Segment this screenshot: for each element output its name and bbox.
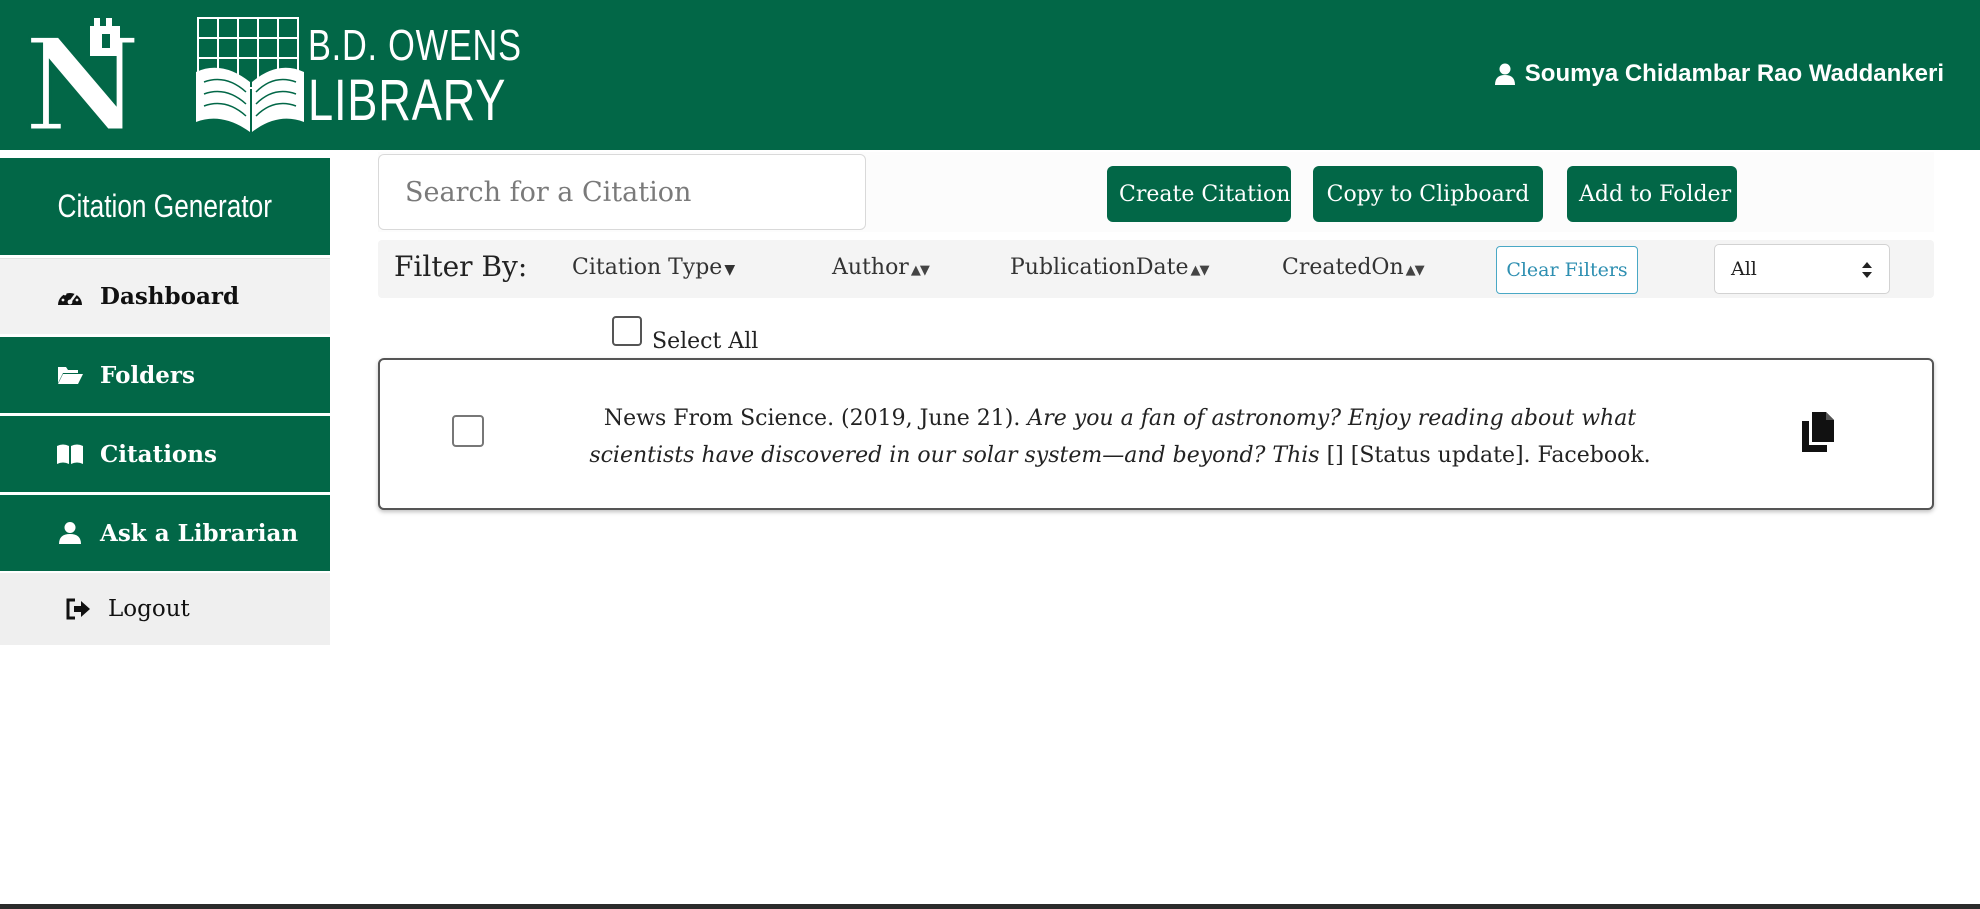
add-to-folder-button[interactable]: Add to Folder <box>1567 166 1737 222</box>
select-arrows-icon <box>1862 262 1872 278</box>
sidebar-item-logout[interactable]: Logout <box>0 573 330 645</box>
sort-publication-date-label: PublicationDate <box>1010 255 1189 280</box>
user-icon <box>1494 63 1515 85</box>
northwest-n-logo: N <box>23 12 143 138</box>
sort-author[interactable]: Author ▲▼ <box>832 255 930 280</box>
filter-by-label: Filter By: <box>394 250 528 283</box>
user-icon <box>59 522 81 544</box>
citation-text: News From Science. (2019, June 21). Are … <box>560 400 1680 474</box>
copy-to-clipboard-button[interactable]: Copy to Clipboard <box>1313 166 1543 222</box>
clear-filters-button[interactable]: Clear Filters <box>1496 246 1638 294</box>
sidebar-item-folders[interactable]: Folders <box>0 337 330 413</box>
search-input[interactable] <box>378 154 866 230</box>
filter-select-value: All <box>1731 258 1757 280</box>
bottom-edge <box>0 904 1980 909</box>
sign-out-icon <box>66 598 90 620</box>
sidebar-item-ask-librarian[interactable]: Ask a Librarian <box>0 495 330 571</box>
folder-open-icon <box>58 367 83 384</box>
sort-arrows-icon: ▲▼ <box>1405 263 1425 278</box>
sidebar-item-label: Folders <box>100 361 195 389</box>
sort-publication-date[interactable]: PublicationDate ▲▼ <box>1010 255 1209 280</box>
sidebar-title: Citation Generator <box>0 158 330 255</box>
sort-created-on[interactable]: CreatedOn ▲▼ <box>1282 255 1425 280</box>
sidebar-item-citations[interactable]: Citations <box>0 416 330 492</box>
filter-bar: Filter By: Citation Type ▼ Author ▲▼ Publi… <box>378 240 1934 298</box>
sort-author-label: Author <box>832 255 909 280</box>
select-all-checkbox[interactable] <box>612 316 642 346</box>
sidebar-item-label: Citations <box>100 440 217 468</box>
filter-select[interactable]: All <box>1714 244 1890 294</box>
sidebar-item-label: Logout <box>108 596 190 622</box>
citation-card: News From Science. (2019, June 21). Are … <box>378 358 1934 510</box>
sort-created-on-label: CreatedOn <box>1282 255 1404 280</box>
sort-arrows-icon: ▲▼ <box>1190 263 1209 278</box>
citation-tail: [] [Status update]. Facebook. <box>1319 443 1651 468</box>
sidebar-item-label: Ask a Librarian <box>100 519 299 547</box>
user-menu[interactable]: Soumya Chidambar Rao Waddankeri <box>1493 60 1944 88</box>
svg-text:N: N <box>24 12 141 138</box>
sidebar-item-label: Dashboard <box>100 283 240 310</box>
dashboard-icon <box>58 289 82 305</box>
select-all: Select All <box>612 316 758 354</box>
citation-toolbar: Create Citation Copy to Clipboard Add to… <box>378 152 1934 232</box>
citation-lead: News From Science. (2019, June 21). <box>603 406 1028 431</box>
library-name-line2: LIBRARY <box>308 68 507 133</box>
citation-checkbox[interactable] <box>452 415 484 447</box>
copy-icon[interactable] <box>1800 412 1836 452</box>
user-name: Soumya Chidambar Rao Waddankeri <box>1524 60 1944 87</box>
library-name-line1: B.D. OWENS <box>308 21 522 70</box>
caret-down-icon: ▼ <box>724 262 736 278</box>
create-citation-button[interactable]: Create Citation <box>1107 166 1291 222</box>
book-open-icon <box>57 444 83 464</box>
library-name: B.D. OWENS LIBRARY <box>308 24 582 130</box>
sort-arrows-icon: ▲▼ <box>910 263 930 278</box>
library-book-logo <box>196 17 304 132</box>
select-all-label: Select All <box>652 329 759 354</box>
app-header: N B.D. OWENS LIBRARY Soumya Chidambar Ra… <box>0 0 1980 150</box>
filter-citation-type-label: Citation Type <box>572 255 723 280</box>
filter-citation-type[interactable]: Citation Type ▼ <box>572 255 735 280</box>
sidebar: Citation Generator Dashboard Folders Cit… <box>0 158 330 645</box>
sidebar-item-dashboard[interactable]: Dashboard <box>0 258 330 334</box>
